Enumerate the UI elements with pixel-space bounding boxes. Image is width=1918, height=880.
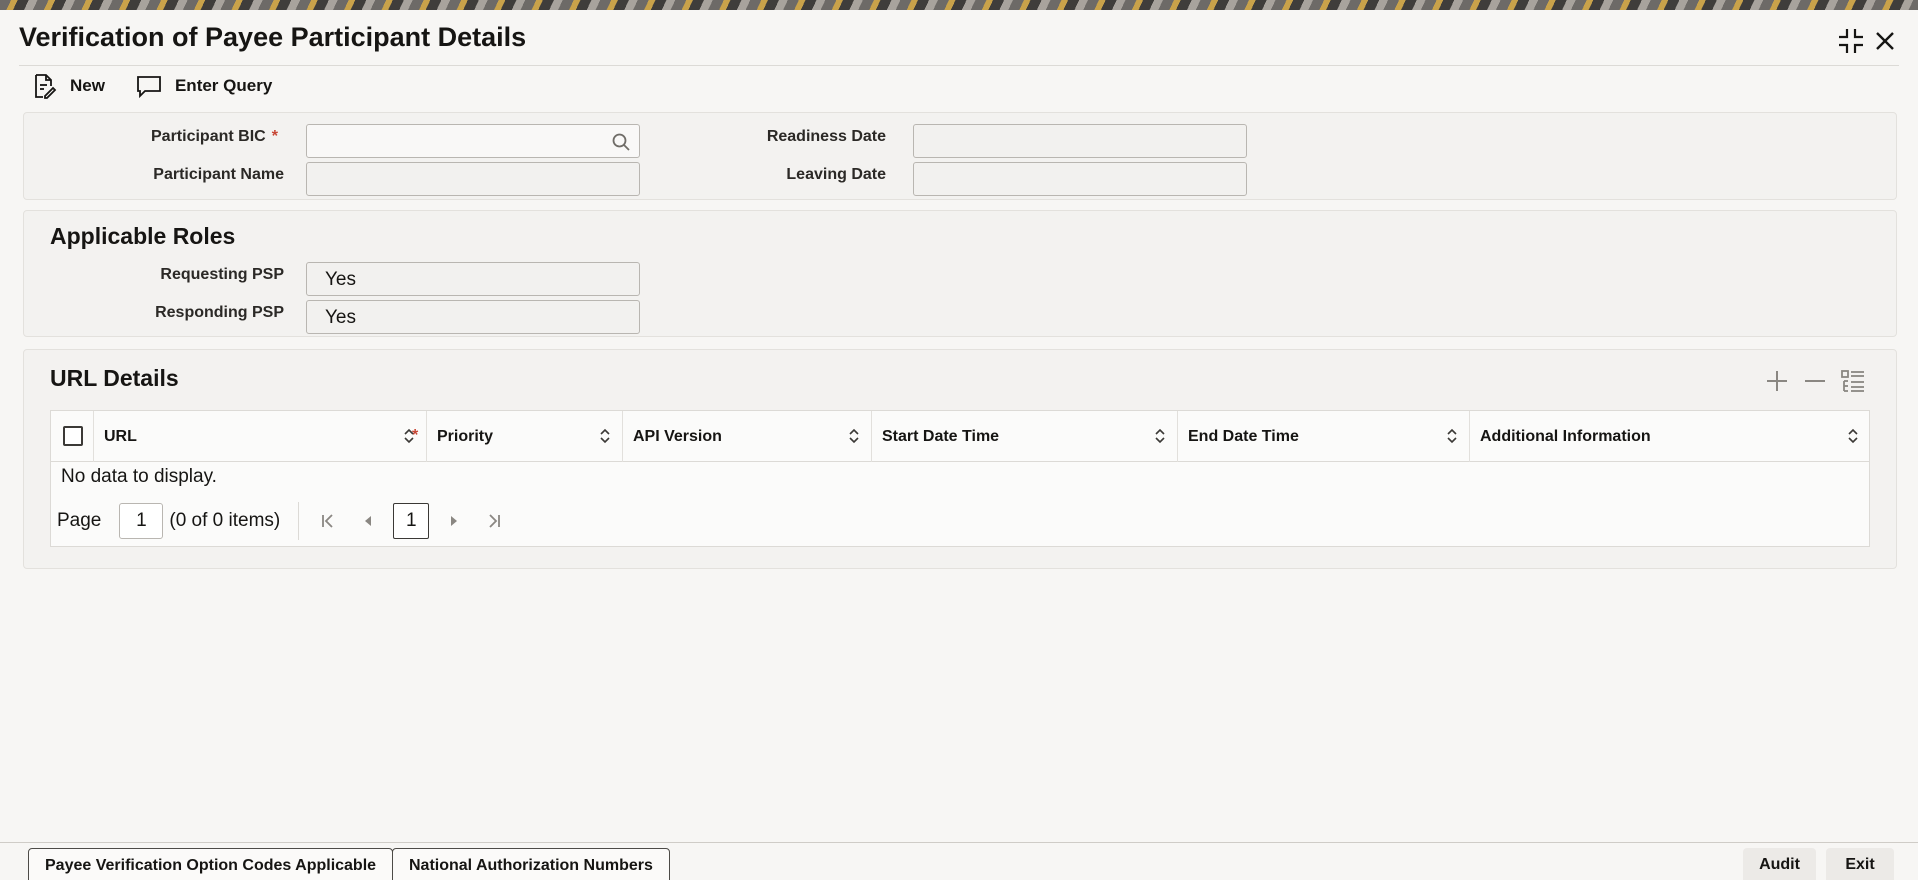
participant-name-field[interactable]: [306, 162, 640, 196]
new-label: New: [70, 76, 105, 95]
required-marker: *: [271, 128, 278, 145]
sort-icon[interactable]: [847, 426, 861, 446]
chat-icon: [137, 76, 161, 99]
new-button[interactable]: New: [30, 72, 105, 100]
first-page-icon[interactable]: [313, 506, 343, 536]
participant-panel: Participant BIC * Participant Name Readin…: [23, 112, 1897, 200]
responding-psp-field[interactable]: Yes: [306, 300, 640, 334]
column-header-end-date-time[interactable]: End Date Time: [1178, 411, 1470, 462]
participant-bic-label: Participant BIC *: [151, 128, 278, 145]
dialog-window: Verification of Payee Participant Detail…: [0, 10, 1918, 880]
column-header-start-date-time[interactable]: Start Date Time: [872, 411, 1178, 462]
page-title: Verification of Payee Participant Detail…: [19, 22, 527, 52]
participant-name-label: Participant Name: [153, 166, 284, 183]
footer-divider: [0, 842, 1918, 843]
current-page-button[interactable]: 1: [393, 503, 430, 539]
leaving-date-field[interactable]: [913, 162, 1247, 196]
search-icon[interactable]: [611, 132, 631, 152]
toolbar: New Enter Query: [30, 72, 272, 100]
sort-icon[interactable]: [1153, 426, 1167, 446]
column-header-url[interactable]: URL *: [94, 411, 427, 462]
readiness-date-field[interactable]: [913, 124, 1247, 158]
option-codes-button[interactable]: Payee Verification Option Codes Applicab…: [28, 848, 394, 880]
sort-icon[interactable]: [1445, 426, 1459, 446]
url-details-title: URL Details: [50, 365, 179, 391]
national-authorization-button[interactable]: National Authorization Numbers: [392, 848, 670, 880]
readiness-date-label: Readiness Date: [766, 128, 886, 145]
url-details-table: URL * Priority API Version Start Date Ti…: [50, 410, 1870, 547]
single-record-view-icon[interactable]: [1840, 368, 1866, 394]
empty-table-message: No data to display.: [61, 466, 217, 487]
select-all-column: [51, 411, 94, 462]
grid-toolbar: [1764, 368, 1866, 394]
enter-query-label: Enter Query: [174, 76, 273, 95]
last-page-icon[interactable]: [479, 506, 509, 536]
add-row-icon[interactable]: [1764, 368, 1790, 394]
participant-bic-input[interactable]: [306, 124, 640, 158]
sort-icon[interactable]: [598, 426, 612, 446]
new-document-icon: [35, 74, 57, 99]
leaving-date-label: Leaving Date: [786, 166, 886, 183]
previous-page-icon[interactable]: [353, 506, 383, 536]
requesting-psp-label: Requesting PSP: [160, 266, 284, 283]
close-icon[interactable]: [1870, 26, 1900, 56]
pagination: Page 1 (0 of 0 items) 1: [57, 502, 509, 540]
column-header-priority[interactable]: Priority: [427, 411, 623, 462]
column-header-additional-information[interactable]: Additional Information: [1470, 411, 1870, 462]
url-details-panel: URL Details URL * Priority API Version S…: [23, 349, 1897, 569]
column-header-api-version[interactable]: API Version: [623, 411, 872, 462]
audit-button[interactable]: Audit: [1743, 848, 1816, 880]
pager-divider: [298, 502, 300, 540]
applicable-roles-panel: Applicable Roles Requesting PSP Yes Resp…: [23, 210, 1897, 337]
table-header: URL * Priority API Version Start Date Ti…: [51, 411, 1869, 462]
items-count: (0 of 0 items): [169, 510, 281, 531]
page-label: Page: [57, 510, 102, 531]
requesting-psp-field[interactable]: Yes: [306, 262, 640, 296]
enter-query-button[interactable]: Enter Query: [135, 72, 272, 100]
sort-icon[interactable]: [402, 426, 416, 446]
responding-psp-label: Responding PSP: [155, 304, 284, 321]
sort-icon[interactable]: [1846, 426, 1860, 446]
applicable-roles-title: Applicable Roles: [50, 223, 236, 249]
page-number-input[interactable]: 1: [119, 503, 164, 539]
minimize-icon[interactable]: [1836, 26, 1866, 56]
next-page-icon[interactable]: [439, 506, 469, 536]
select-all-checkbox[interactable]: [63, 426, 83, 446]
delete-row-icon[interactable]: [1802, 368, 1828, 394]
exit-button[interactable]: Exit: [1826, 848, 1894, 880]
title-divider: [19, 65, 1899, 66]
